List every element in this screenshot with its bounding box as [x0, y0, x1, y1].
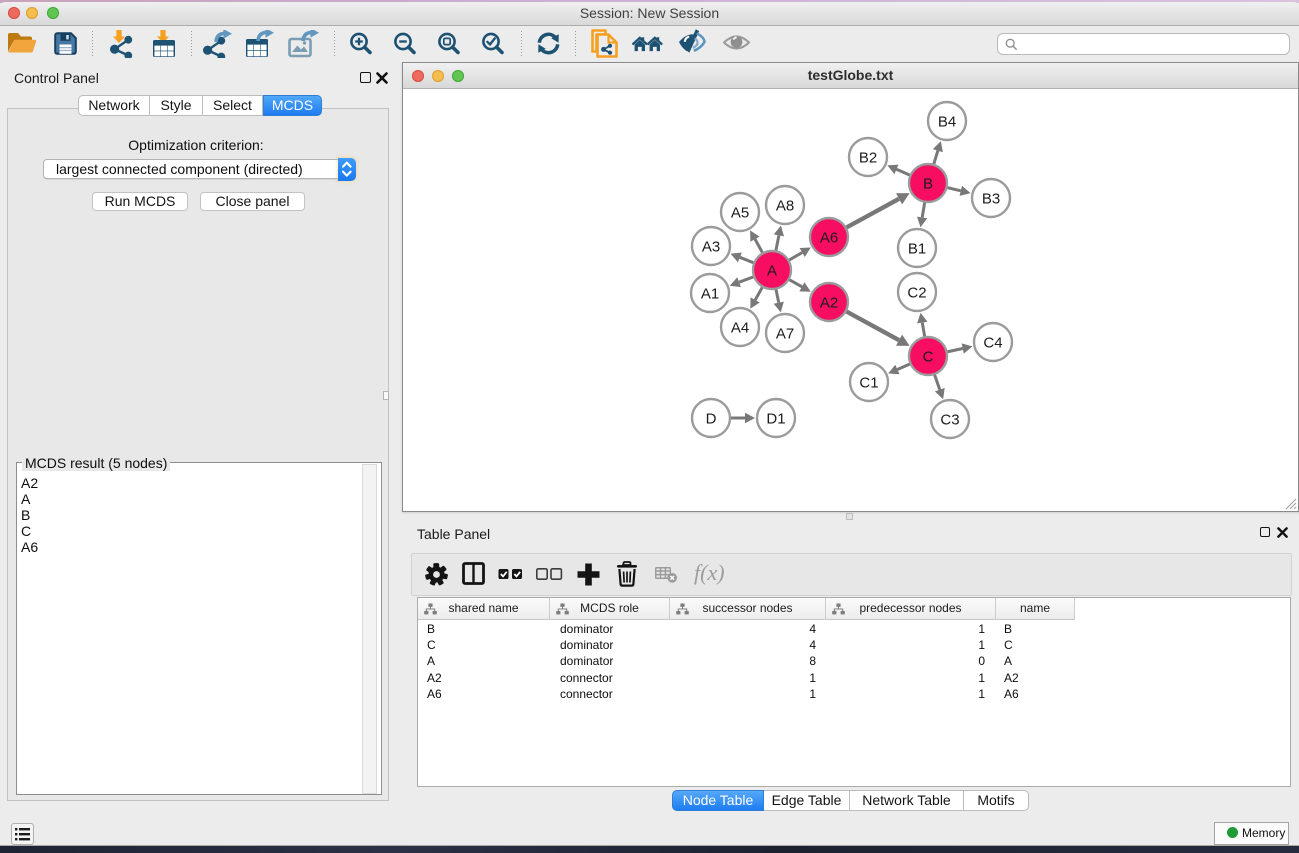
svg-text:B3: B3: [982, 190, 1000, 207]
svg-text:C1: C1: [859, 374, 878, 391]
svg-text:D: D: [706, 410, 717, 427]
svg-text:A: A: [767, 262, 777, 279]
svg-text:A7: A7: [776, 325, 794, 342]
svg-text:A1: A1: [701, 285, 719, 302]
svg-text:C: C: [923, 348, 934, 365]
svg-text:C4: C4: [983, 334, 1002, 351]
svg-text:B2: B2: [859, 149, 877, 166]
svg-text:C2: C2: [907, 284, 926, 301]
svg-text:D1: D1: [766, 410, 785, 427]
svg-text:B1: B1: [908, 240, 926, 257]
svg-text:A2: A2: [820, 294, 838, 311]
svg-text:A3: A3: [702, 238, 720, 255]
svg-text:B: B: [923, 175, 933, 192]
svg-text:B4: B4: [938, 113, 956, 130]
svg-text:A8: A8: [776, 197, 794, 214]
svg-text:A5: A5: [731, 204, 749, 221]
svg-text:A4: A4: [731, 319, 749, 336]
svg-text:C3: C3: [940, 411, 959, 428]
svg-text:A6: A6: [820, 229, 838, 246]
